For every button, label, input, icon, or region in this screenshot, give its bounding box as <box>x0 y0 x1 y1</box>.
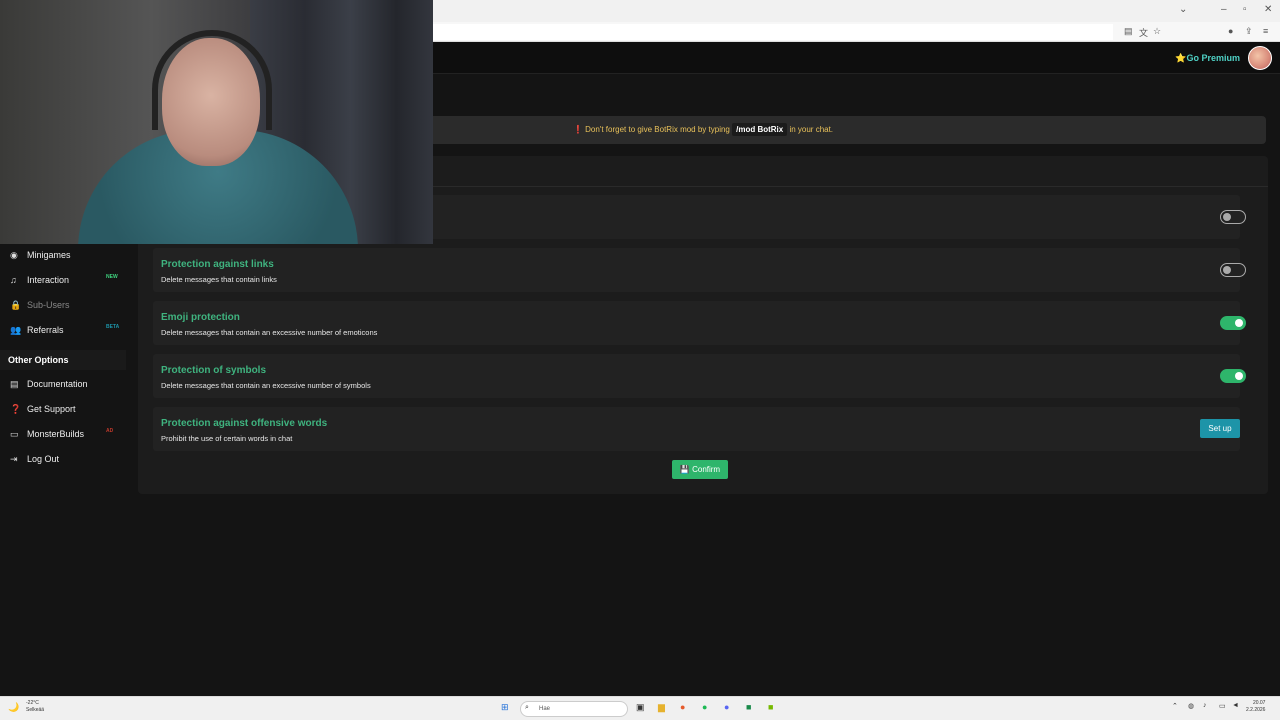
address-bar: ▤ 文 ☆ ● ⇪ ≡ <box>433 22 1280 42</box>
spotify-icon[interactable]: ● <box>702 702 707 712</box>
app-icon[interactable]: ■ <box>746 702 751 712</box>
task-view-icon[interactable]: ▣ <box>636 702 645 713</box>
tray-app-icon[interactable]: ◍ <box>1188 702 1194 710</box>
firefox-icon[interactable]: ● <box>680 702 685 712</box>
settings-row-links: Protection against links Delete messages… <box>153 248 1246 292</box>
file-explorer-icon[interactable]: ▆ <box>658 702 665 713</box>
confirm-button[interactable]: 💾 Confirm <box>672 460 728 479</box>
weather-widget[interactable]: -22°C Selkeää <box>26 700 44 714</box>
sidebar-item-documentation[interactable]: ▤ Documentation <box>10 379 88 393</box>
setup-button[interactable]: Set up <box>1200 419 1240 438</box>
other-options-header: Other Options <box>0 350 126 370</box>
row-description: Prohibit the use of certain words in cha… <box>161 434 293 443</box>
row-title: Emoji protection <box>161 312 240 323</box>
row-description: Delete messages that contain an excessiv… <box>161 328 378 337</box>
notice-command: /mod BotRix <box>732 123 788 136</box>
start-icon[interactable]: ⊞ <box>501 702 509 713</box>
gamepad-icon: ◉ <box>10 250 18 260</box>
extension-icon[interactable]: ● <box>1228 26 1233 36</box>
browser-titlebar: ⌄ – ▫ ✕ <box>433 0 1280 22</box>
toggle-switch[interactable] <box>1220 210 1246 224</box>
avatar[interactable] <box>1248 46 1272 70</box>
row-title: Protection against offensive words <box>161 418 328 429</box>
share-icon[interactable]: ⇪ <box>1245 26 1253 37</box>
tray-chevron-icon[interactable]: ⌃ <box>1172 702 1178 710</box>
sidebar-item-label: Referrals <box>27 325 64 335</box>
close-icon[interactable]: ✕ <box>1264 4 1272 15</box>
search-icon: ⌕ <box>525 704 529 711</box>
bookmark-star-icon[interactable]: ☆ <box>1153 26 1161 37</box>
row-description: Delete messages that contain links <box>161 275 277 284</box>
sidebar-item-monsterbuilds[interactable]: ▭ MonsterBuilds <box>10 429 84 443</box>
sidebar-item-label: Interaction <box>27 275 70 285</box>
minimize-icon[interactable]: – <box>1221 4 1227 15</box>
monitor-icon: ▭ <box>10 429 19 439</box>
ad-badge: AD <box>106 428 114 434</box>
maximize-icon[interactable]: ▫ <box>1243 4 1247 15</box>
clock-time: 20.07 <box>1252 700 1266 706</box>
tray-mic-icon[interactable]: ♪ <box>1203 702 1207 709</box>
clock[interactable]: 20.07 2.2.2026 <box>1246 700 1265 714</box>
emoji-toggle[interactable] <box>1220 316 1246 330</box>
symbols-toggle[interactable] <box>1220 369 1246 383</box>
row-description: Delete messages that contain an excessiv… <box>161 381 371 390</box>
sidebar-item-label: MonsterBuilds <box>27 429 85 439</box>
row-title: Protection of symbols <box>161 365 267 376</box>
menu-icon[interactable]: ≡ <box>1263 26 1268 36</box>
weather-icon[interactable]: 🌙 <box>8 702 19 713</box>
network-icon[interactable]: ▭ <box>1219 702 1226 710</box>
settings-row-emoji: Emoji protection Delete messages that co… <box>153 301 1246 345</box>
sidebar-item-label: Get Support <box>27 404 76 414</box>
confirm-label: Confirm <box>692 465 721 474</box>
webcam-overlay <box>0 0 433 244</box>
url-field[interactable] <box>433 24 1113 40</box>
document-icon: ▤ <box>10 379 19 389</box>
nvidia-icon[interactable]: ■ <box>768 702 773 712</box>
settings-row-symbols: Protection of symbols Delete messages th… <box>153 354 1246 398</box>
new-badge: NEW <box>106 274 118 280</box>
weather-temp: -22°C <box>26 700 39 706</box>
notice-suffix: in your chat. <box>789 125 834 134</box>
help-icon: ❓ <box>10 404 22 414</box>
sidebar-item-referrals[interactable]: 👥 Referrals <box>10 325 64 339</box>
music-icon: ♫ <box>10 275 17 285</box>
taskbar-search[interactable]: Hae <box>520 701 628 717</box>
sidebar-item-sub-users[interactable]: 🔒 Sub-Users <box>10 300 70 314</box>
save-icon: 💾 <box>679 465 690 474</box>
sidebar-item-label: Log Out <box>27 454 60 464</box>
settings-row-offensive-words: Protection against offensive words Prohi… <box>153 407 1240 451</box>
translate-icon[interactable]: 文 <box>1139 26 1148 39</box>
discord-icon[interactable]: ● <box>724 702 729 712</box>
lock-icon: 🔒 <box>10 300 22 310</box>
logout-icon: ⇥ <box>10 454 18 464</box>
users-icon: 👥 <box>10 325 22 335</box>
sidebar-item-log-out[interactable]: ⇥ Log Out <box>10 454 59 468</box>
sidebar-item-get-support[interactable]: ❓ Get Support <box>10 404 76 418</box>
volume-icon[interactable]: ◄ <box>1232 702 1239 709</box>
tab-list-icon[interactable]: ⌄ <box>1179 4 1187 15</box>
notice-prefix: Don't forget to give BotRix mod by typin… <box>585 125 730 134</box>
sidebar-item-minigames[interactable]: ◉ Minigames <box>10 250 71 264</box>
sidebar-item-label: Sub-Users <box>27 300 70 310</box>
taskbar: 🌙 -22°C Selkeää ⊞ Hae ⌕ ▣ ▆ ● ● ● ■ ■ ⌃ ◍… <box>0 696 1280 720</box>
row-title: Protection against links <box>161 259 274 270</box>
links-toggle[interactable] <box>1220 263 1246 277</box>
beta-badge: BETA <box>106 324 120 330</box>
sidebar-item-interaction[interactable]: ♫ Interaction <box>10 275 69 289</box>
go-premium-link[interactable]: ⭐Go Premium <box>1175 53 1240 64</box>
sidebar-item-label: Documentation <box>27 379 88 389</box>
clock-date: 2.2.2026 <box>1246 707 1266 713</box>
reader-icon[interactable]: ▤ <box>1124 26 1133 37</box>
weather-text: Selkeää <box>26 707 45 713</box>
sidebar-item-label: Minigames <box>27 250 71 260</box>
warning-icon: ❗ <box>572 125 583 134</box>
search-placeholder: Hae <box>539 706 551 712</box>
